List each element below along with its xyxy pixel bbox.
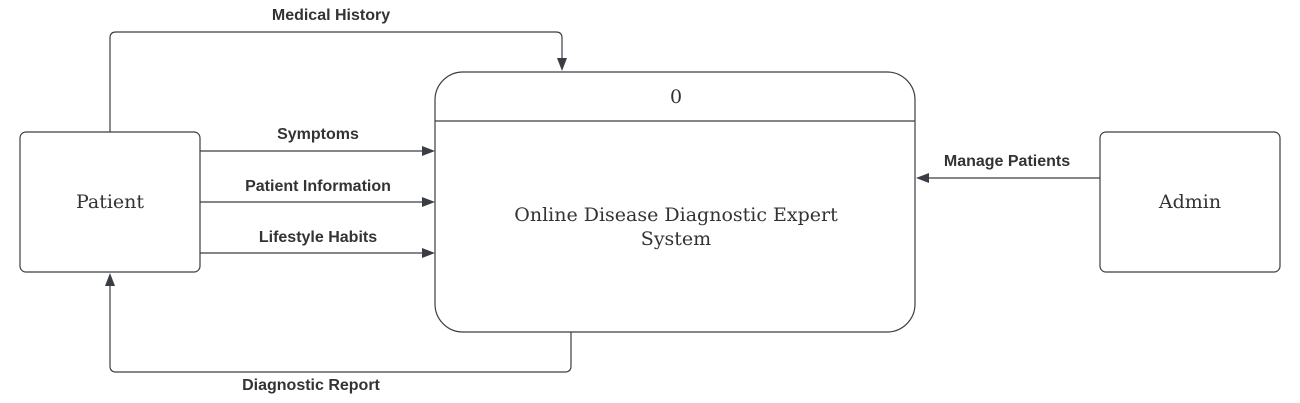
flow-patient-information[interactable]: Patient Information [200, 178, 435, 207]
process-0[interactable]: 0 Online Disease Diagnostic Expert Syste… [434, 71, 916, 333]
admin-label: Admin [1158, 191, 1221, 213]
patient-entity[interactable]: Patient [19, 131, 201, 273]
admin-entity[interactable]: Admin [1099, 131, 1281, 273]
patient-information-arrowhead [422, 197, 435, 207]
medical-history-arrowhead [557, 58, 567, 71]
patient-label: Patient [76, 191, 144, 213]
flow-lifestyle-habits[interactable]: Lifestyle Habits [200, 229, 435, 258]
process-name-line1: Online Disease Diagnostic Expert [514, 204, 838, 226]
symptoms-label: Symptoms [277, 126, 359, 143]
lifestyle-habits-arrowhead [422, 248, 435, 258]
medical-history-label: Medical History [272, 7, 390, 24]
manage-patients-arrowhead [916, 173, 929, 183]
flow-manage-patients[interactable]: Manage Patients [916, 153, 1100, 183]
process-id: 0 [670, 86, 682, 108]
context-diagram: Patient Admin 0 Online Disease Diagnosti… [19, 7, 1281, 394]
manage-patients-label: Manage Patients [944, 153, 1070, 170]
process-name-line2: System [641, 228, 711, 250]
diagnostic-report-label: Diagnostic Report [242, 377, 380, 394]
flow-symptoms[interactable]: Symptoms [200, 126, 435, 156]
diagnostic-report-arrowhead [105, 273, 115, 286]
symptoms-arrowhead [422, 146, 435, 156]
lifestyle-habits-label: Lifestyle Habits [259, 229, 377, 246]
patient-information-label: Patient Information [245, 178, 391, 195]
